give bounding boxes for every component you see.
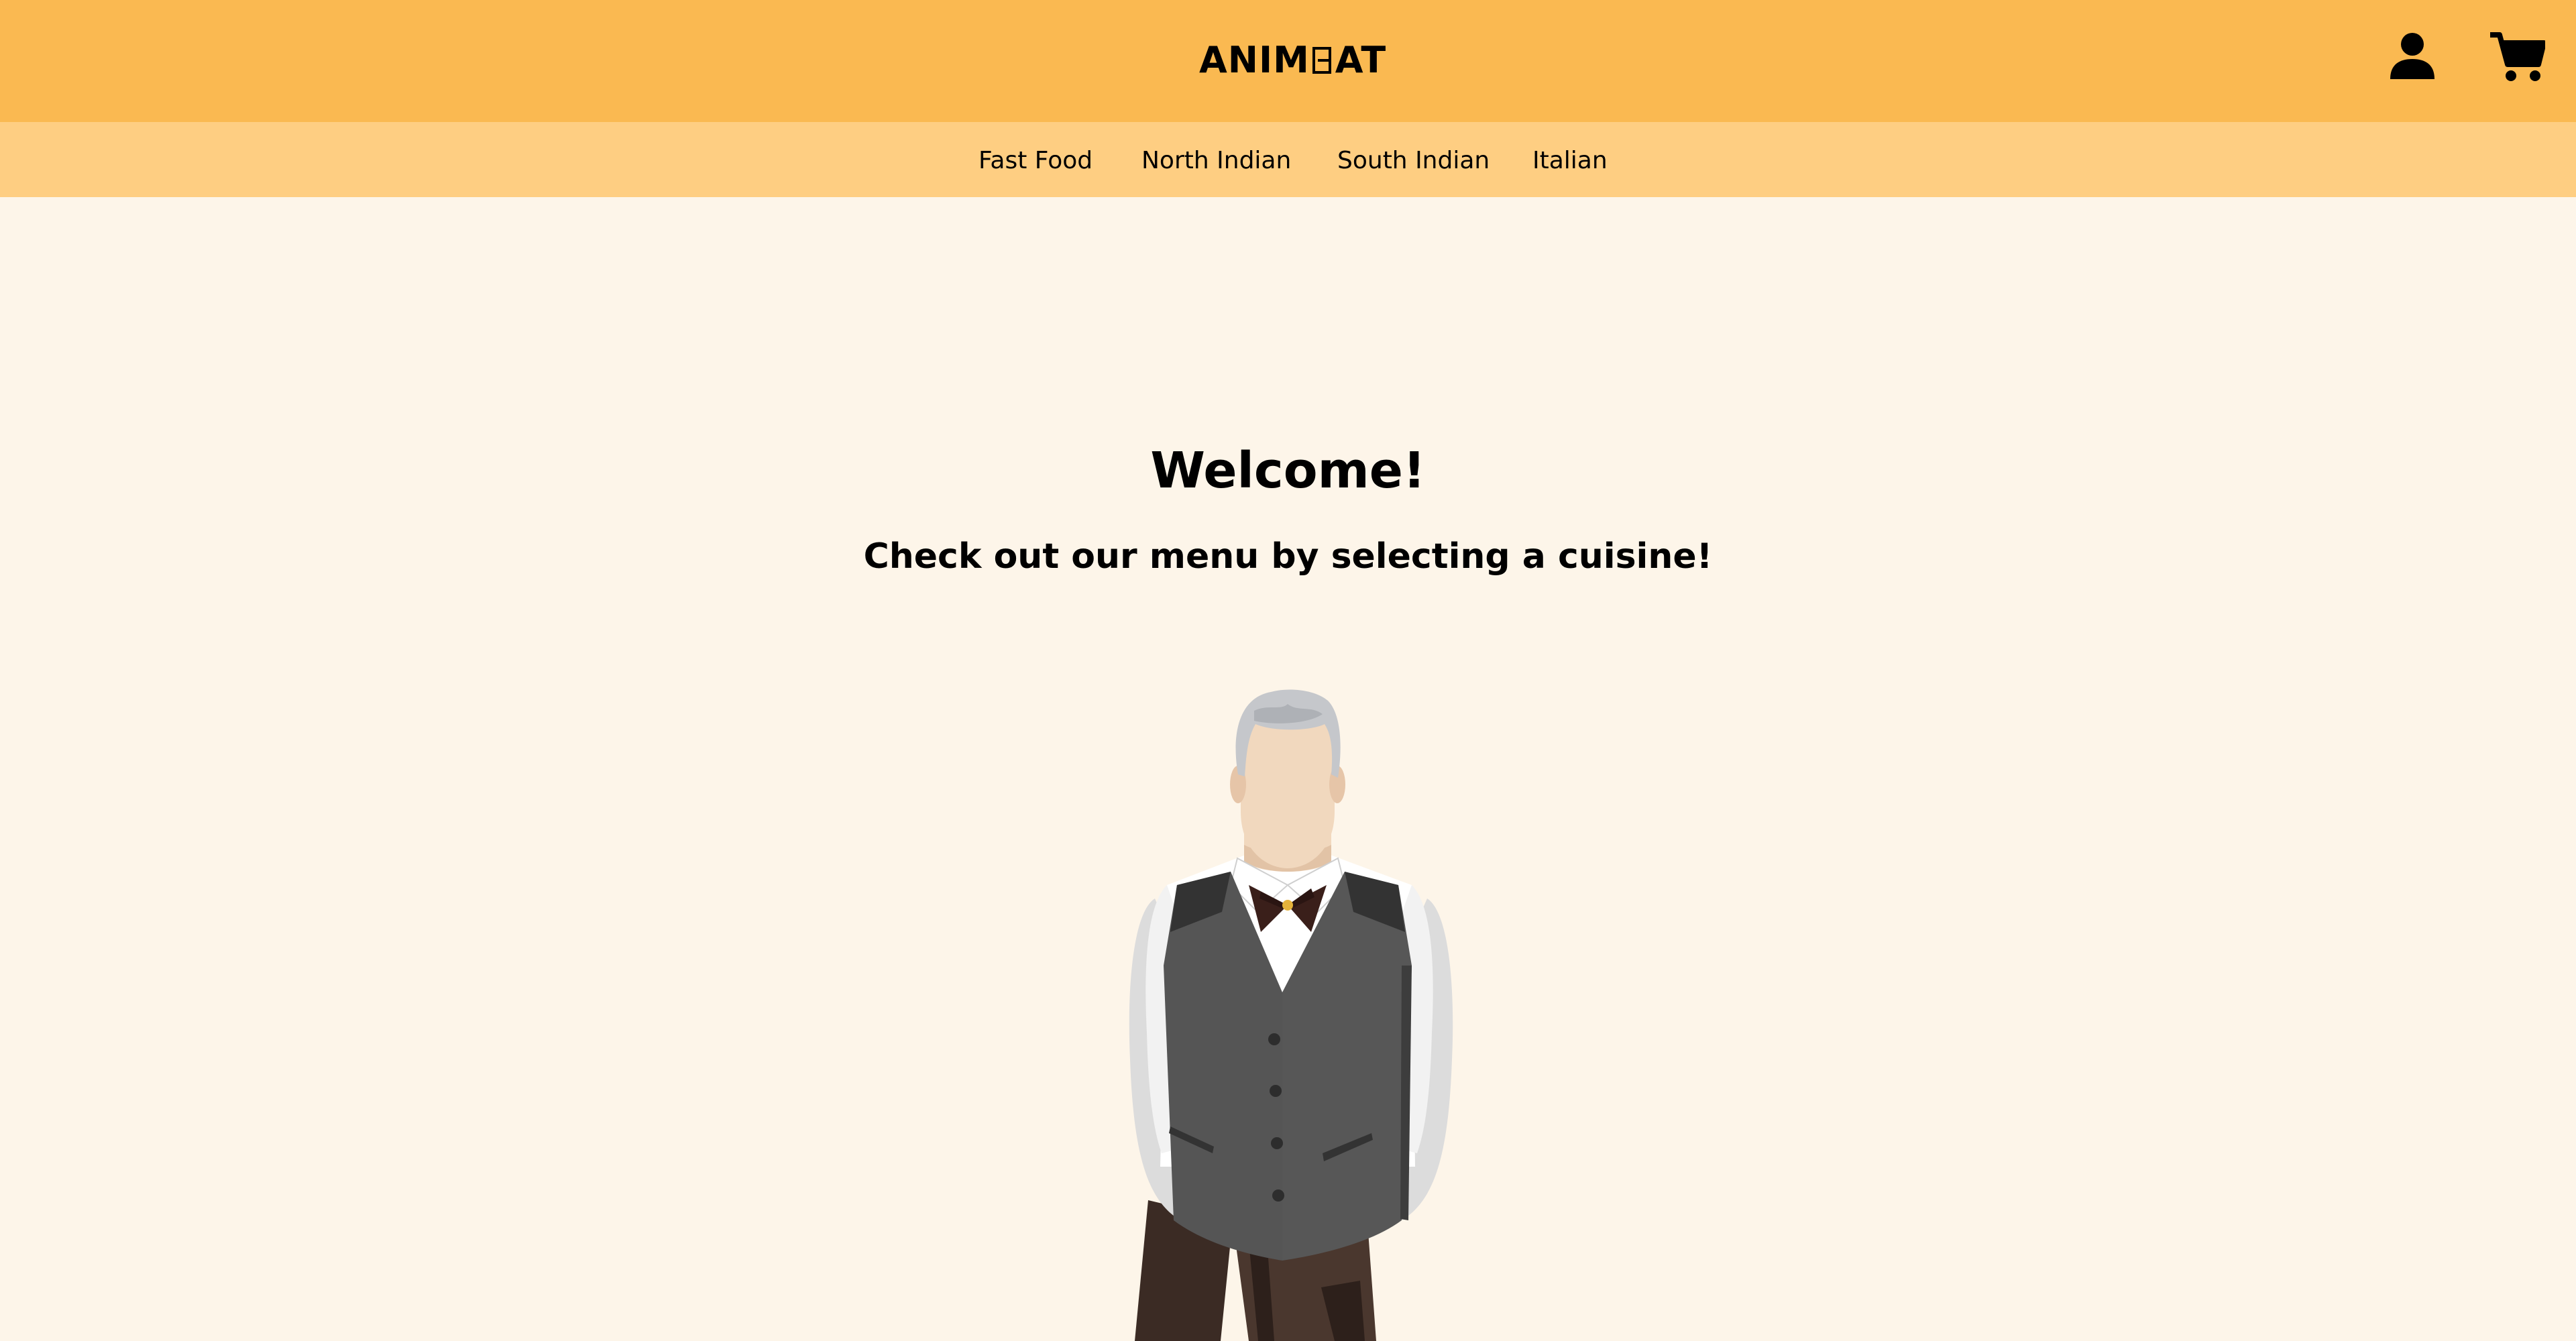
welcome-subheading: Check out our menu by selecting a cuisin…: [863, 536, 1713, 577]
page: ANIMEAT Fast Food North Indian South Ind…: [0, 0, 2576, 1341]
cart-icon[interactable]: [2490, 32, 2545, 82]
nav-south-indian[interactable]: South Indian: [1337, 144, 1490, 178]
nav-fast-food[interactable]: Fast Food: [978, 144, 1093, 178]
logo-e-glyph: E: [1310, 39, 1335, 82]
user-icon[interactable]: [2389, 32, 2436, 79]
welcome-heading: Welcome!: [1150, 442, 1426, 500]
logo-text-start: ANIM: [1199, 39, 1310, 81]
logo-text-end: AT: [1335, 39, 1387, 81]
waiter-illustration: [1129, 689, 1453, 1341]
nav-north-indian[interactable]: North Indian: [1141, 144, 1291, 178]
site-logo[interactable]: ANIMEAT: [1199, 39, 1386, 82]
nav-italian[interactable]: Italian: [1532, 144, 1608, 178]
